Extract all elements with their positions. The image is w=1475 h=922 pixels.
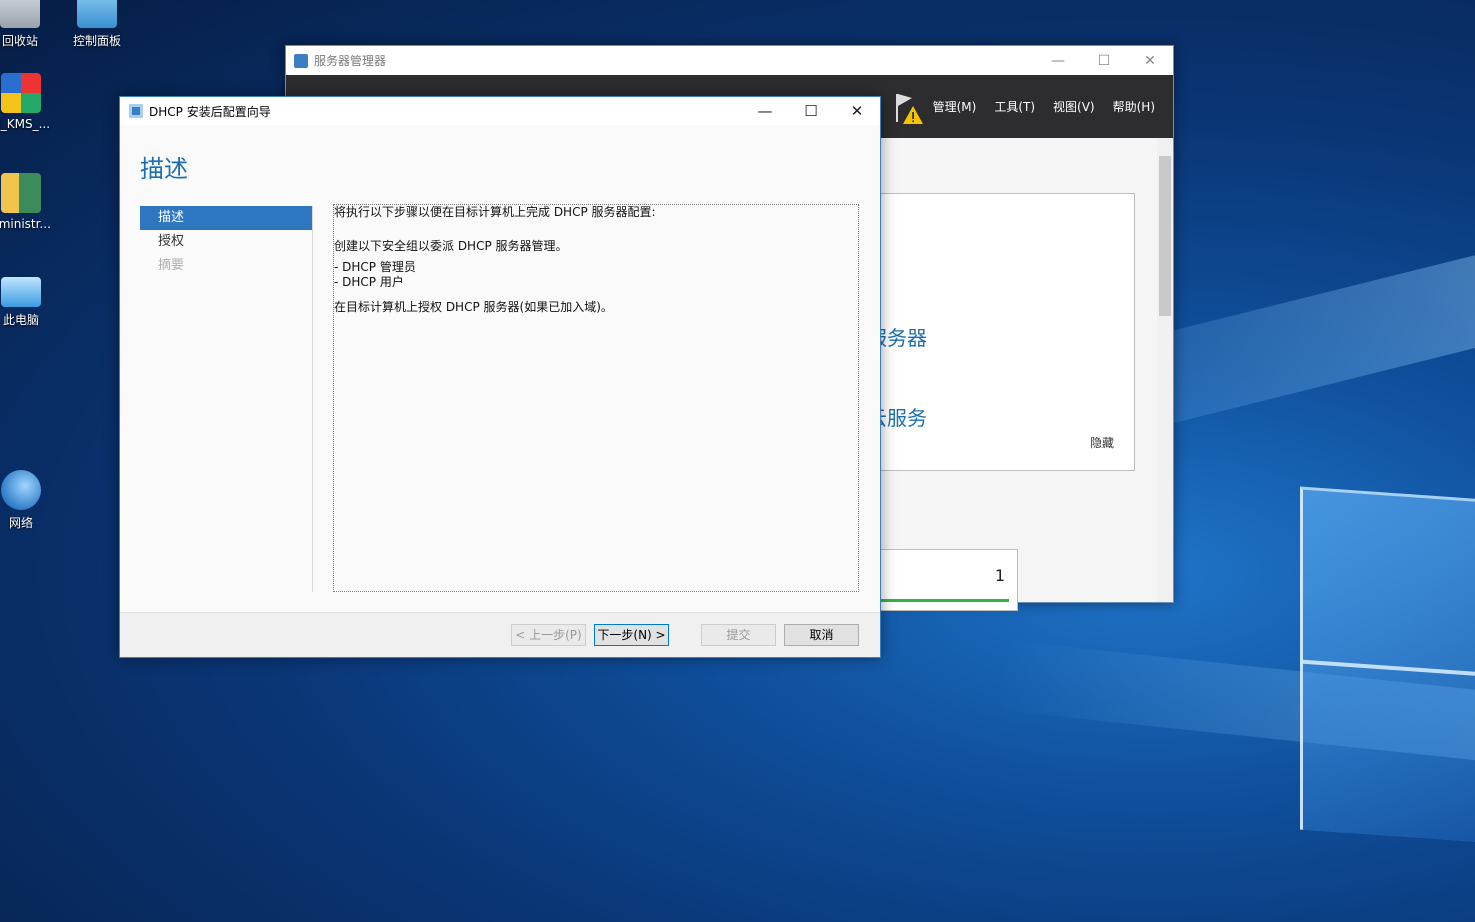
menu-help[interactable]: 帮助(H) (1113, 98, 1155, 115)
server-manager-app-icon (294, 53, 308, 68)
control-panel-icon (77, 0, 117, 28)
nav-item-summary: 摘要 (158, 258, 185, 273)
close-button[interactable]: ✕ (1127, 53, 1173, 69)
computer-icon (1, 277, 41, 307)
rubik-cube-icon (1, 73, 41, 113)
description-authorize-line: 在目标计算机上授权 DHCP 服务器(如果已加入域)。 (334, 300, 613, 314)
server-manager-titlebar[interactable]: 服务器管理器 — ☐ ✕ (286, 46, 1173, 75)
desktop-icon-kms[interactable]: U_KMS_... (0, 73, 56, 131)
server-manager-title: 服务器管理器 (314, 54, 387, 68)
windows-logo-wallpaper (1300, 486, 1475, 847)
scrollbar-thumb[interactable] (1159, 156, 1171, 316)
description-group-users: - DHCP 用户 (334, 275, 404, 289)
description-groups-line: 创建以下安全组以委派 DHCP 服务器管理。 (334, 239, 568, 253)
close-button[interactable]: ✕ (834, 102, 880, 120)
desktop-icon-label: 回收站 (1, 34, 38, 48)
server-manager-menu: 管理(M) 工具(T) 视图(V) 帮助(H) (933, 75, 1173, 138)
dhcp-wizard-window[interactable]: DHCP 安装后配置向导 — ☐ ✕ 描述 描述 授权 摘要 将执行以下步骤以便… (119, 96, 881, 658)
nav-item-description[interactable]: 描述 (140, 206, 312, 230)
page-title: 描述 (140, 155, 188, 183)
wizard-footer: < 上一步(P) 下一步(N) > 提交 取消 (120, 612, 880, 657)
desktop-icon-label: 控制面板 (72, 34, 121, 48)
quick-start-panel: 器 也服务器 到云服务 隐藏 (846, 193, 1135, 471)
desktop-icon-this-pc[interactable]: 此电脑 (0, 272, 56, 328)
commit-button[interactable]: 提交 (701, 624, 776, 646)
menu-tools[interactable]: 工具(T) (994, 98, 1035, 115)
next-button[interactable]: 下一步(N) > (594, 624, 669, 646)
description-panel: 将执行以下步骤以便在目标计算机上完成 DHCP 服务器配置: 创建以下安全组以委… (333, 204, 859, 592)
desktop-icon-recycle-bin[interactable]: 回收站 (0, 0, 55, 49)
menu-view[interactable]: 视图(V) (1053, 98, 1095, 115)
desktop-icon-control-panel[interactable]: 控制面板 (62, 0, 132, 49)
nav-divider (312, 206, 313, 592)
wizard-title: DHCP 安装后配置向导 (149, 104, 271, 119)
user-folder-icon (1, 173, 41, 213)
tile-count: 1 (994, 566, 1005, 585)
desktop-icon-network[interactable]: 网络 (0, 470, 56, 531)
menu-manage[interactable]: 管理(M) (933, 98, 977, 115)
wizard-titlebar[interactable]: DHCP 安装后配置向导 — ☐ ✕ (120, 97, 880, 125)
nav-item-authorization[interactable]: 授权 (140, 230, 312, 254)
maximize-button[interactable]: ☐ (1081, 53, 1127, 69)
minimize-button[interactable]: — (742, 102, 788, 120)
vertical-scrollbar[interactable] (1157, 138, 1173, 602)
desktop-icon-label: dministr... (0, 217, 51, 231)
description-group-admins: - DHCP 管理员 (334, 260, 416, 274)
network-globe-icon (1, 470, 41, 510)
minimize-button[interactable]: — (1035, 53, 1081, 69)
desktop-icon-administrator[interactable]: dministr... (0, 173, 56, 231)
wizard-nav: 描述 授权 摘要 (140, 206, 312, 278)
hide-link[interactable]: 隐藏 (1090, 434, 1114, 451)
cancel-button[interactable]: 取消 (784, 624, 859, 646)
notification-flag-icon[interactable] (894, 92, 924, 126)
desktop-icon-label: 此电脑 (2, 313, 39, 327)
description-intro: 将执行以下步骤以便在目标计算机上完成 DHCP 服务器配置: (334, 205, 656, 219)
desktop-icon-label: 网络 (8, 516, 33, 530)
maximize-button[interactable]: ☐ (788, 102, 834, 120)
back-button[interactable]: < 上一步(P) (511, 624, 586, 646)
recycle-bin-icon (0, 0, 40, 28)
wizard-app-icon (129, 104, 143, 118)
desktop-icon-label: U_KMS_... (0, 117, 51, 131)
